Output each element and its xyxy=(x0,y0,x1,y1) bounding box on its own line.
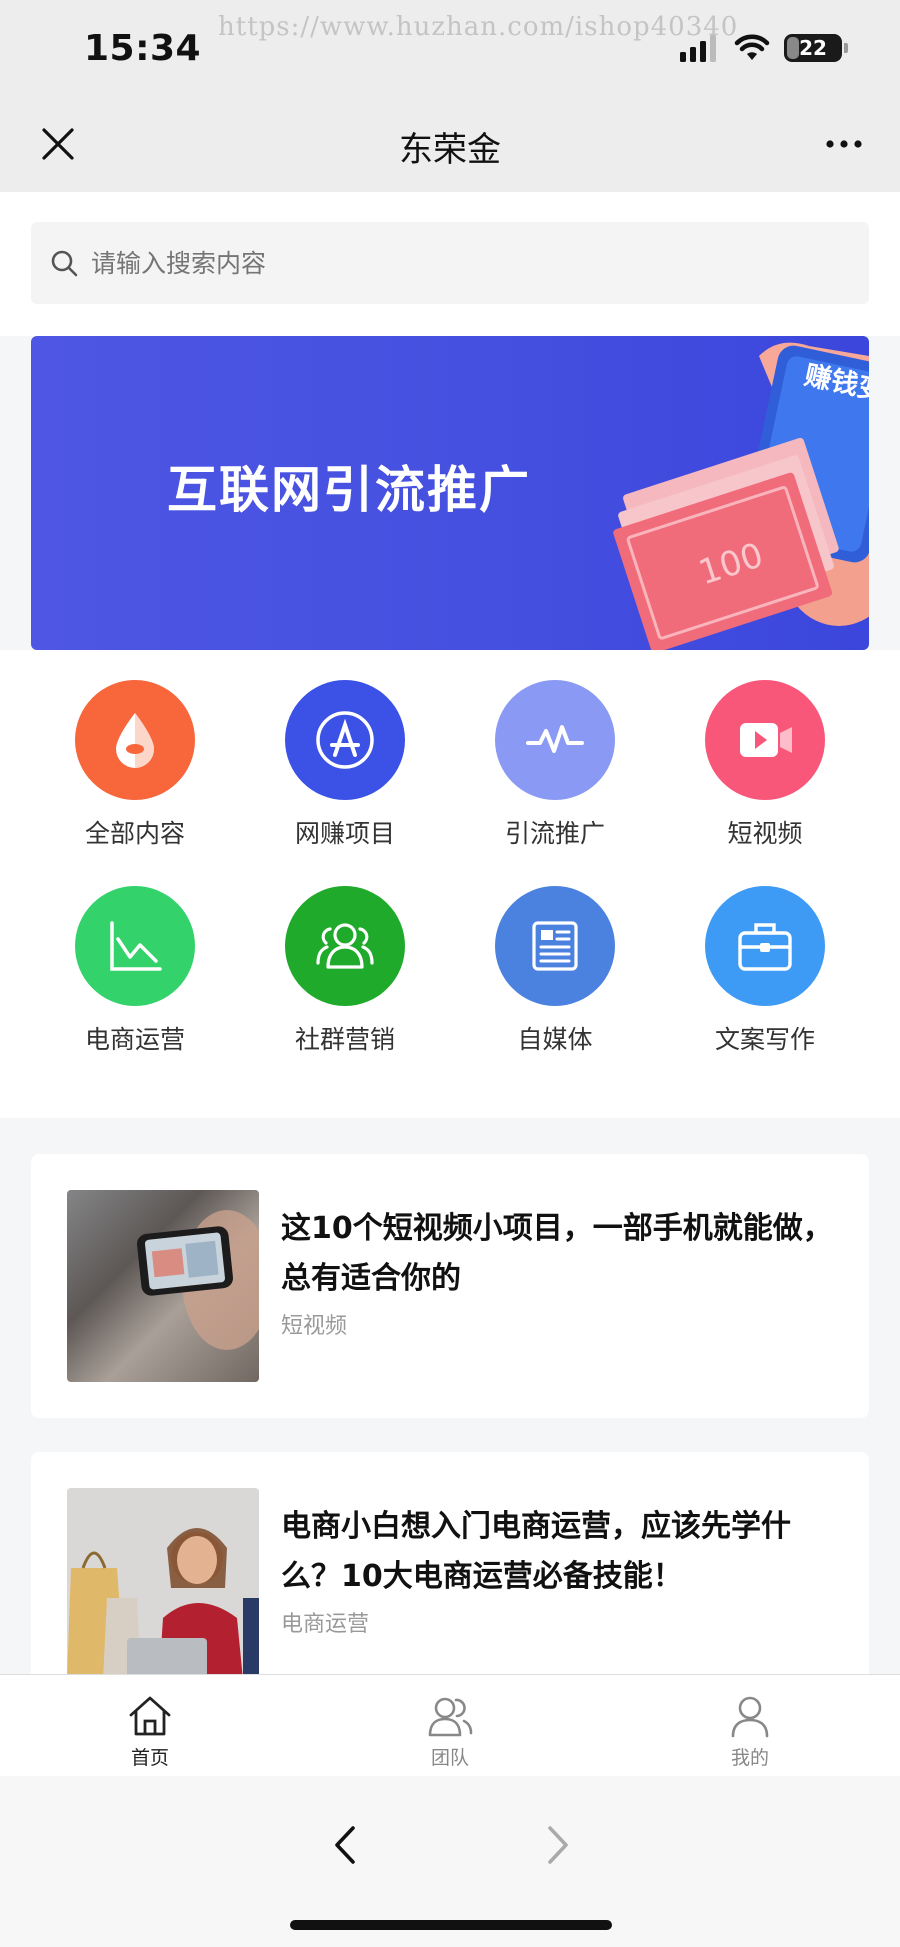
more-icon[interactable] xyxy=(822,124,866,164)
nav-bar: 东荣金 xyxy=(0,100,900,192)
main-content: 互联网引流推广 100 赚钱变简单 xyxy=(0,192,900,1676)
tab-label: 首页 xyxy=(130,1747,169,1769)
tab-mine[interactable]: 我的 xyxy=(600,1675,900,1776)
article-thumbnail xyxy=(67,1190,259,1382)
category-community[interactable]: 社群营销 xyxy=(240,886,450,1092)
category-copywriting[interactable]: 文案写作 xyxy=(660,886,870,1092)
category-label: 电商运营 xyxy=(84,1025,185,1054)
article-card[interactable]: 电商小白想入门电商运营，应该先学什么？10大电商运营必备技能！ 电商运营 xyxy=(31,1452,869,1676)
search-icon xyxy=(51,250,78,277)
pulse-icon xyxy=(526,725,584,753)
article-thumbnail xyxy=(67,1488,259,1676)
category-ecommerce[interactable]: 电商运营 xyxy=(30,886,240,1092)
browser-toolbar xyxy=(0,1776,900,1947)
battery-indicator: 22 xyxy=(784,34,848,62)
category-online-earning[interactable]: 网赚项目 xyxy=(240,680,450,886)
category-icon-bg xyxy=(75,886,195,1006)
category-icon-bg xyxy=(705,680,825,800)
search-section xyxy=(0,192,900,336)
search-input[interactable] xyxy=(91,248,691,278)
group-icon xyxy=(316,923,374,969)
team-icon xyxy=(428,1697,473,1737)
news-icon xyxy=(532,921,578,971)
user-icon xyxy=(731,1696,769,1738)
category-label: 社群营销 xyxy=(294,1025,395,1054)
category-icon-bg xyxy=(285,886,405,1006)
battery-level-text: 22 xyxy=(799,36,827,60)
article-tag: 短视频 xyxy=(281,1314,348,1339)
article-tag: 电商运营 xyxy=(281,1612,370,1637)
line-chart-icon xyxy=(110,921,162,971)
article-body: 电商小白想入门电商运营，应该先学什么？10大电商运营必备技能！ 电商运营 xyxy=(281,1488,841,1676)
category-icon-bg xyxy=(285,680,405,800)
article-card[interactable]: 这10个短视频小项目，一部手机就能做，总有适合你的 短视频 xyxy=(31,1154,869,1418)
money-phone-illustration: 100 赚钱变简单 xyxy=(613,342,869,650)
category-label: 短视频 xyxy=(727,819,803,848)
tab-label: 团队 xyxy=(430,1747,469,1769)
status-icons: 22 xyxy=(680,34,848,62)
page-title: 东荣金 xyxy=(399,130,501,170)
category-row: 电商运营 社群营销 自媒体 文案写作 xyxy=(0,886,900,1092)
promo-banner[interactable]: 互联网引流推广 100 赚钱变简单 xyxy=(31,336,869,650)
banner-headline: 互联网引流推广 xyxy=(167,461,531,519)
briefcase-icon xyxy=(738,923,792,971)
back-arrow-icon[interactable] xyxy=(325,1820,365,1870)
category-traffic-promotion[interactable]: 引流推广 xyxy=(450,680,660,886)
signal-icon xyxy=(680,35,716,62)
app-store-icon xyxy=(316,711,374,769)
category-icon-bg xyxy=(75,680,195,800)
phone-photo-image xyxy=(67,1190,259,1382)
category-label: 全部内容 xyxy=(84,819,185,848)
article-list: 这10个短视频小项目，一部手机就能做，总有适合你的 短视频 电商小白想入门电商运… xyxy=(0,1118,900,1676)
tab-bar: 首页 团队 我的 xyxy=(0,1674,900,1776)
category-self-media[interactable]: 自媒体 xyxy=(450,886,660,1092)
category-short-video[interactable]: 短视频 xyxy=(660,680,870,886)
tab-label: 我的 xyxy=(730,1747,769,1769)
category-label: 引流推广 xyxy=(504,819,605,848)
tab-home[interactable]: 首页 xyxy=(0,1675,300,1776)
status-bar: 15:34 https://www.huzhan.com/ishop40340 … xyxy=(0,0,900,100)
category-icon-bg xyxy=(495,886,615,1006)
category-label: 文案写作 xyxy=(714,1025,815,1054)
category-all[interactable]: 全部内容 xyxy=(30,680,240,886)
shopping-woman-image xyxy=(67,1488,259,1676)
status-time: 15:34 xyxy=(84,28,202,69)
search-box[interactable] xyxy=(31,222,869,304)
category-label: 网赚项目 xyxy=(294,819,395,848)
category-row: 全部内容 网赚项目 引流推广 短视频 xyxy=(0,680,900,886)
home-indicator xyxy=(290,1920,612,1930)
drop-icon xyxy=(116,713,154,768)
article-title: 这10个短视频小项目，一部手机就能做，总有适合你的 xyxy=(281,1211,833,1296)
tab-team[interactable]: 团队 xyxy=(300,1675,600,1776)
category-icon-bg xyxy=(705,886,825,1006)
article-body: 这10个短视频小项目，一部手机就能做，总有适合你的 短视频 xyxy=(281,1190,841,1418)
wifi-icon xyxy=(734,34,770,60)
home-icon xyxy=(129,1696,171,1736)
category-icon-bg xyxy=(495,680,615,800)
watermark: https://www.huzhan.com/ishop40340 xyxy=(218,12,739,42)
video-icon xyxy=(740,723,792,757)
forward-arrow-icon[interactable] xyxy=(538,1820,578,1870)
article-title: 电商小白想入门电商运营，应该先学什么？10大电商运营必备技能！ xyxy=(281,1509,791,1594)
category-grid: 全部内容 网赚项目 引流推广 短视频 电商运营 社群营销 自媒体 文案写作 xyxy=(0,650,900,1118)
category-label: 自媒体 xyxy=(517,1025,593,1054)
